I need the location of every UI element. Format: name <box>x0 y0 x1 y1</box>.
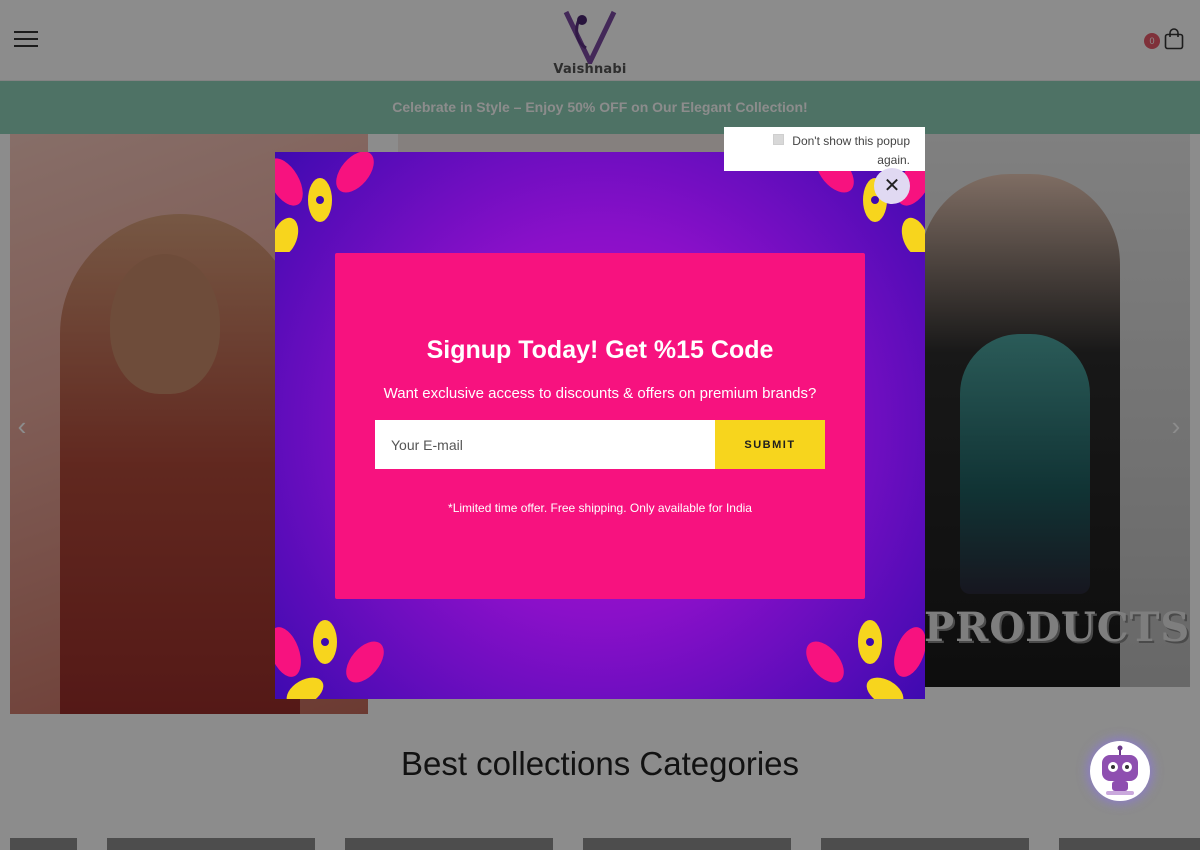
flower-decoration-icon <box>275 152 374 252</box>
popup-subtitle: Want exclusive access to discounts & off… <box>383 385 817 402</box>
dont-show-checkbox[interactable] <box>773 134 784 145</box>
flower-decoration-icon <box>275 620 384 699</box>
chatbot-launcher[interactable] <box>1090 741 1150 801</box>
signup-card: Signup Today! Get %15 Code Want exclusiv… <box>335 253 865 599</box>
dont-show-label[interactable]: Don't show this popup again. <box>790 132 910 170</box>
close-icon[interactable]: ✕ <box>874 168 910 204</box>
submit-button[interactable]: SUBMIT <box>715 420 825 469</box>
popup-title: Signup Today! Get %15 Code <box>426 336 774 364</box>
popup-note: *Limited time offer. Free shipping. Only… <box>448 501 752 515</box>
signup-popup: Signup Today! Get %15 Code Want exclusiv… <box>275 152 925 699</box>
chatbot-robot-icon <box>1102 745 1138 795</box>
dont-show-again-option: Don't show this popup again. <box>724 127 925 171</box>
flower-decoration-icon <box>806 620 925 699</box>
email-field[interactable] <box>375 420 715 469</box>
